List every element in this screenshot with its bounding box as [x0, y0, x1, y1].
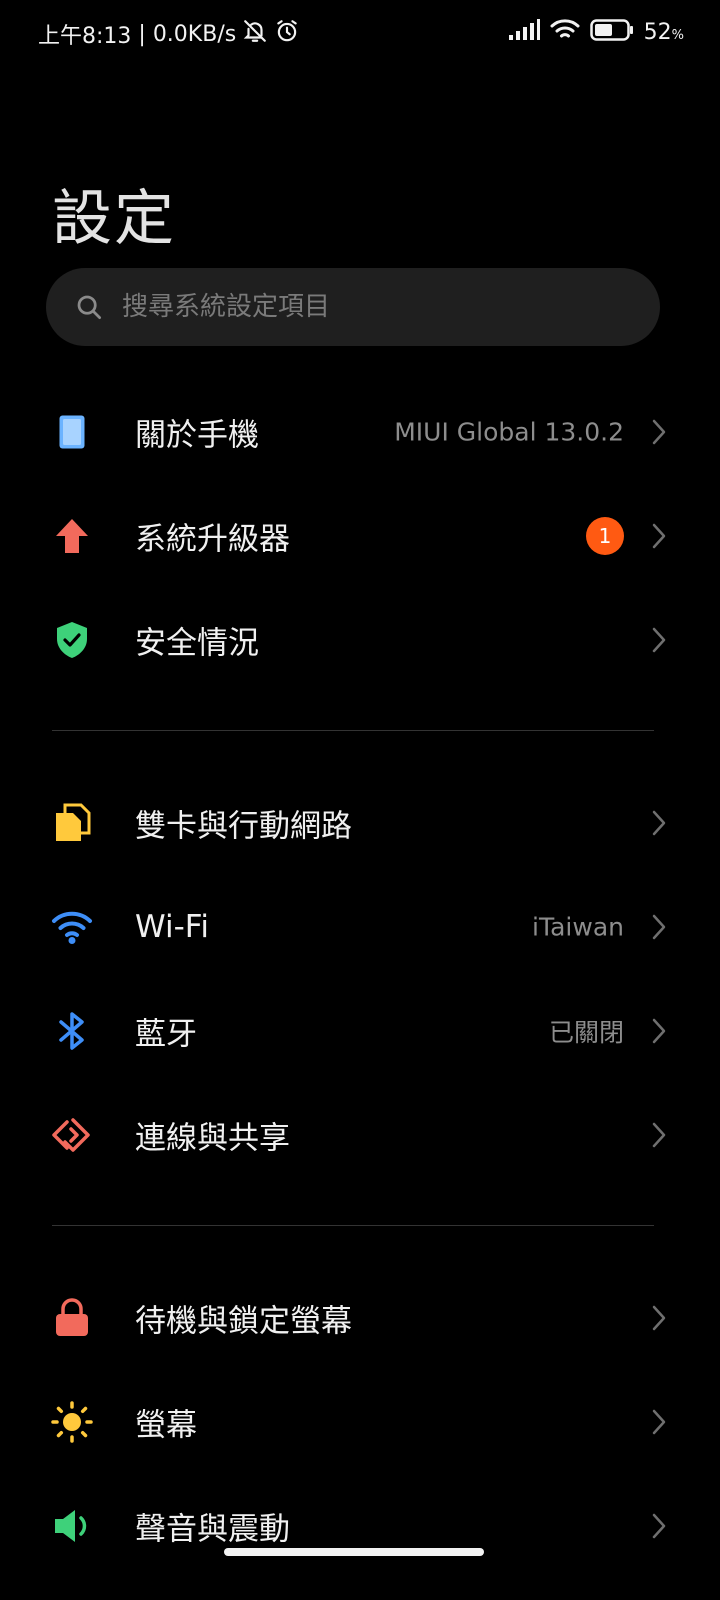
settings-item-wifi[interactable]: Wi-Fi iTaiwan	[0, 875, 720, 979]
phone-icon	[50, 410, 94, 454]
chevron-right-icon	[650, 1121, 668, 1149]
brightness-icon	[50, 1400, 94, 1444]
search-icon	[74, 292, 104, 322]
settings-item-system-update[interactable]: 系統升級器 1	[0, 484, 720, 588]
status-right: 52%	[508, 18, 684, 46]
chevron-right-icon	[650, 1304, 668, 1332]
settings-item-connection-sharing[interactable]: 連線與共享	[0, 1083, 720, 1187]
shield-check-icon	[50, 618, 94, 662]
battery-icon	[589, 18, 634, 46]
about-phone-label: 關於手機	[135, 417, 259, 454]
chevron-right-icon	[650, 1408, 668, 1436]
settings-item-sim-mobile-network[interactable]: 雙卡與行動網路	[0, 771, 720, 875]
status-time: 上午8:13	[38, 24, 132, 49]
bluetooth-status-value: 已關閉	[548, 1018, 624, 1047]
chevron-right-icon	[650, 913, 668, 941]
about-phone-value: MIUI Global 13.0.2	[394, 417, 624, 447]
chevron-right-icon	[650, 1017, 668, 1045]
search-bar[interactable]	[46, 268, 660, 346]
wifi-network-value: iTaiwan	[532, 912, 624, 942]
update-arrow-icon	[50, 514, 94, 558]
net-speed: 0.0KB/s	[152, 21, 237, 47]
sim-card-icon	[50, 801, 94, 845]
page-title: 設定	[52, 184, 176, 254]
lock-icon	[50, 1296, 94, 1340]
home-indicator[interactable]	[224, 1548, 484, 1556]
chevron-right-icon	[650, 1512, 668, 1540]
settings-item-bluetooth[interactable]: 藍牙 已關閉	[0, 979, 720, 1083]
settings-item-lock-screen[interactable]: 待機與鎖定螢幕	[0, 1266, 720, 1370]
bell-off-icon	[242, 18, 268, 50]
chevron-right-icon	[650, 626, 668, 654]
section-divider	[52, 1225, 654, 1226]
system-update-label: 系統升級器	[135, 521, 290, 558]
bluetooth-icon	[50, 1009, 94, 1053]
connection-sharing-label: 連線與共享	[135, 1120, 290, 1157]
wifi-label: Wi-Fi	[135, 909, 209, 945]
status-bar: 上午8:13 | 0.0KB/s 52%	[0, 0, 720, 64]
security-status-label: 安全情況	[135, 625, 259, 662]
wifi-icon	[50, 905, 94, 949]
speaker-icon	[50, 1504, 94, 1548]
settings-item-security-status[interactable]: 安全情況	[0, 588, 720, 692]
lock-screen-label: 待機與鎖定螢幕	[135, 1303, 352, 1340]
update-count-badge: 1	[586, 517, 624, 555]
section-divider	[52, 730, 654, 731]
search-input[interactable]	[120, 291, 604, 323]
sim-mobile-network-label: 雙卡與行動網路	[135, 808, 352, 845]
chevron-right-icon	[650, 418, 668, 446]
bluetooth-label: 藍牙	[135, 1016, 197, 1053]
settings-item-display[interactable]: 螢幕	[0, 1370, 720, 1474]
sound-vibration-label: 聲音與震動	[135, 1511, 290, 1548]
display-label: 螢幕	[135, 1407, 197, 1444]
settings-item-about-phone[interactable]: 關於手機 MIUI Global 13.0.2	[0, 380, 720, 484]
signal-icon	[508, 19, 540, 45]
connection-share-icon	[50, 1113, 94, 1157]
alarm-icon	[274, 18, 300, 50]
settings-item-sound-vibration[interactable]: 聲音與震動	[0, 1474, 720, 1578]
status-left: 上午8:13 | 0.0KB/s	[38, 18, 300, 50]
chevron-right-icon	[650, 522, 668, 550]
battery-percent: 52%	[643, 19, 684, 45]
wifi-status-icon	[550, 18, 580, 46]
chevron-right-icon	[650, 809, 668, 837]
